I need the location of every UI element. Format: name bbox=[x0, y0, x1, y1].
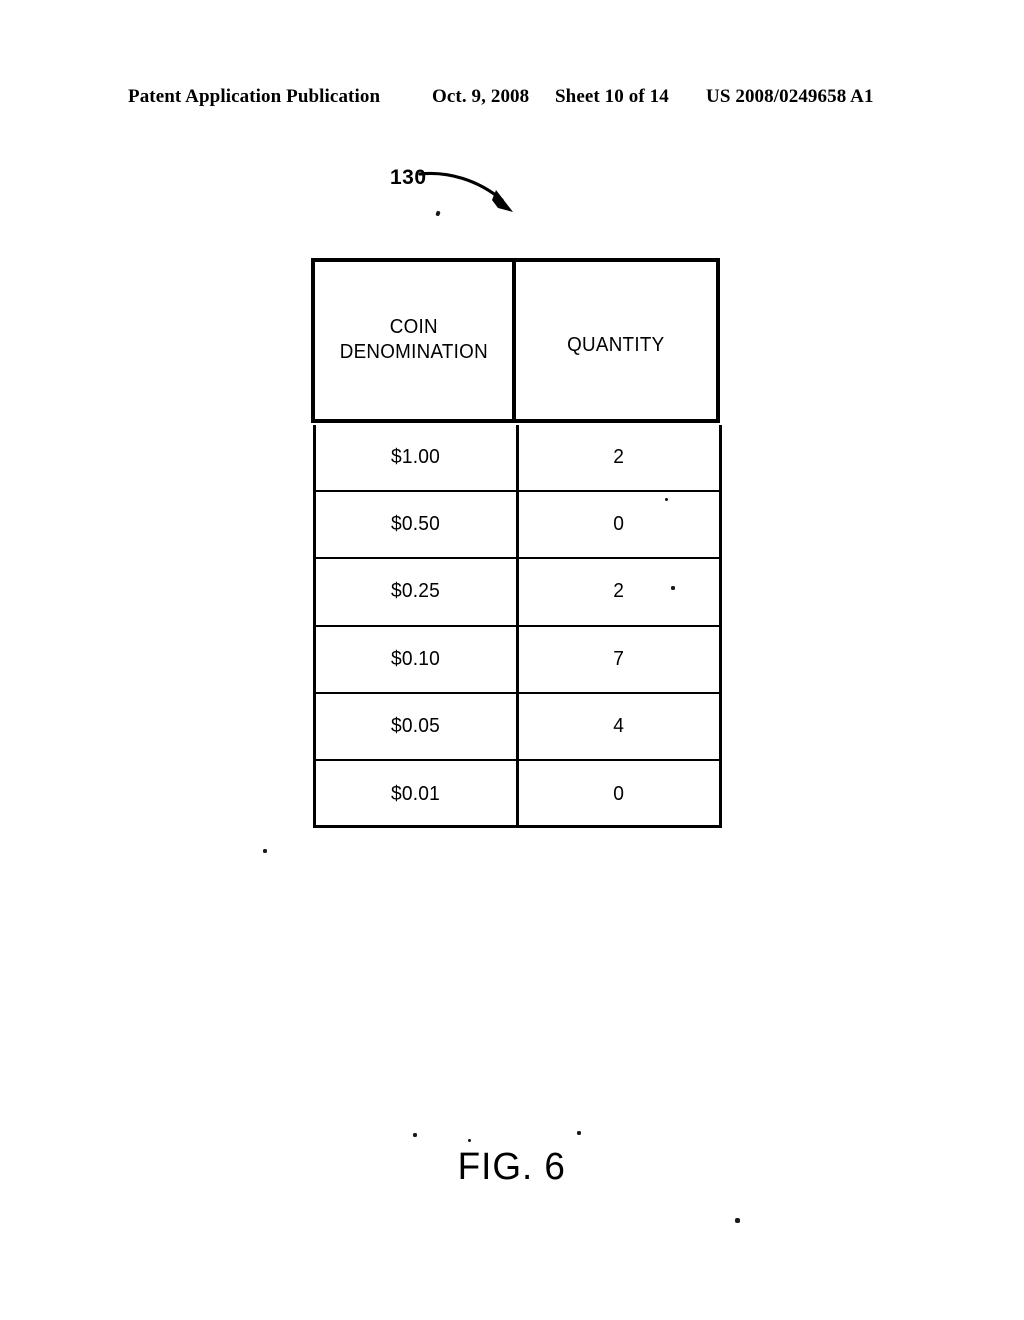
cell-quantity: 2 bbox=[519, 559, 719, 624]
cell-quantity-value: 4 bbox=[613, 714, 625, 737]
scan-speckle bbox=[665, 498, 668, 501]
figure-caption: FIG. 6 bbox=[0, 1146, 1024, 1189]
table-row: $1.00 2 bbox=[316, 425, 719, 493]
header-date-label: Oct. 9, 2008 bbox=[432, 86, 530, 107]
header-publication-label: Patent Application Publication bbox=[128, 86, 381, 107]
cell-quantity: 7 bbox=[519, 627, 719, 692]
cell-quantity-value: 2 bbox=[613, 446, 625, 469]
cell-quantity-value: 7 bbox=[613, 647, 625, 670]
scan-speckle bbox=[468, 1139, 471, 1142]
cell-denomination-value: $0.25 bbox=[391, 580, 441, 603]
column-header-quantity: QUANTITY bbox=[516, 262, 716, 419]
header-sheet-label: Sheet 10 of 14 bbox=[555, 86, 669, 107]
cell-denomination-value: $0.01 bbox=[391, 783, 441, 806]
cell-denomination: $0.05 bbox=[316, 693, 519, 759]
table-header-row: COIN DENOMINATION QUANTITY bbox=[311, 258, 720, 423]
table-row: $0.50 0 bbox=[316, 492, 719, 560]
cell-quantity: 2 bbox=[519, 425, 719, 490]
cell-denomination: $0.25 bbox=[316, 559, 519, 625]
page-header: Patent Application Publication Oct. 9, 2… bbox=[128, 86, 896, 114]
table-row: $0.05 4 bbox=[316, 693, 719, 761]
cell-denomination-value: $0.10 bbox=[391, 647, 441, 670]
scan-speckle bbox=[735, 1218, 740, 1223]
column-header-coin-denomination-line1: COIN bbox=[389, 315, 438, 338]
scan-speckle bbox=[413, 1133, 417, 1137]
cell-denomination: $0.01 bbox=[316, 760, 519, 829]
column-header-coin-denomination-line2: DENOMINATION bbox=[339, 340, 488, 363]
cell-denomination: $0.50 bbox=[316, 492, 519, 558]
cell-denomination-value: $1.00 bbox=[391, 446, 441, 469]
cell-denomination-value: $0.05 bbox=[391, 714, 441, 737]
cell-quantity-value: 2 bbox=[613, 580, 625, 603]
cell-quantity: 0 bbox=[519, 761, 719, 828]
scan-speckle bbox=[263, 849, 267, 853]
cell-quantity-value: 0 bbox=[613, 513, 625, 536]
table-row: $0.10 7 bbox=[316, 626, 719, 694]
scan-speckle bbox=[577, 1131, 581, 1135]
cell-quantity: 4 bbox=[519, 694, 719, 759]
cell-denomination: $1.00 bbox=[316, 425, 519, 491]
column-header-coin-denomination: COIN DENOMINATION bbox=[315, 262, 517, 419]
coin-denomination-table: COIN DENOMINATION QUANTITY $1.00 2 $0.50… bbox=[311, 258, 722, 829]
cell-quantity: 0 bbox=[519, 492, 719, 557]
cell-denomination: $0.10 bbox=[316, 626, 519, 692]
cell-denomination-value: $0.50 bbox=[391, 513, 441, 536]
scan-speckle bbox=[671, 586, 675, 590]
header-patent-number-label: US 2008/0249658 A1 bbox=[706, 86, 874, 107]
column-header-quantity-label: QUANTITY bbox=[567, 334, 665, 356]
figure-caption-label: FIG. 6 bbox=[457, 1146, 567, 1188]
table-body: $1.00 2 $0.50 0 $0.25 2 $0.10 7 $0.05 4 … bbox=[313, 425, 722, 829]
table-row: $0.01 0 bbox=[316, 760, 719, 829]
cell-quantity-value: 0 bbox=[613, 783, 625, 806]
table-row: $0.25 2 bbox=[316, 559, 719, 627]
